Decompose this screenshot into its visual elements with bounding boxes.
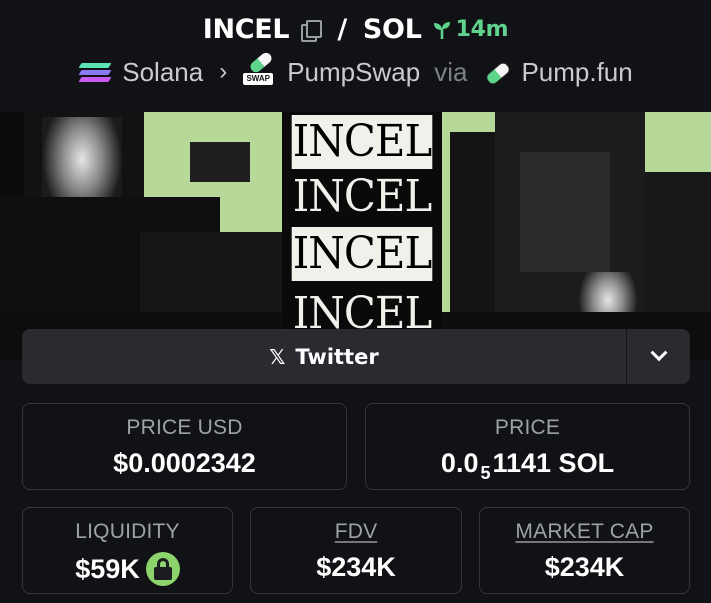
price-native-suffix: 1141 SOL [492,448,615,478]
price-usd-label: PRICE USD [126,416,243,439]
chevron-right-icon: › [219,58,228,85]
breadcrumb-launchpad[interactable]: Pump.fun [521,57,632,88]
x-icon: 𝕏 [269,344,286,369]
pill-icon [481,57,511,87]
socials-bar: 𝕏 Twitter [22,329,690,384]
price-usd-card: PRICE USD $0.0002342 [22,403,347,490]
breadcrumb-chain[interactable]: Solana [122,57,203,88]
seedling-icon [433,21,450,39]
fdv-amount: $234K [316,552,396,582]
market-cap-card: MARKET CAP $234K [479,507,690,594]
banner-word: INCEL [291,170,433,224]
market-cap-value: $234K [480,552,689,583]
price-native-prefix: 0.0 [440,448,479,478]
solana-logo-icon [78,60,112,84]
pair-header: INCEL / SOL 14m Solana › SWAP PumpSwap v… [0,0,711,112]
base-token-symbol: INCEL [202,14,290,45]
twitter-label: Twitter [295,344,379,369]
liquidity-card: LIQUIDITY $59K [22,507,233,594]
liquidity-amount: $59K [75,553,140,584]
pair-separator: / [337,14,347,45]
liquidity-label: LIQUIDITY [75,520,180,543]
fdv-value: $234K [251,552,461,583]
banner-word: INCEL [291,115,433,169]
price-usd-amount: $0.0002342 [113,448,256,478]
pumpswap-icon: SWAP [243,50,277,89]
chevron-down-icon [650,343,667,361]
liquidity-value: $59K [23,552,232,586]
market-cap-amount: $234K [544,552,625,582]
breadcrumb-dex[interactable]: PumpSwap [287,57,420,88]
copy-icon[interactable] [299,19,323,42]
quote-token-symbol: SOL [362,14,422,45]
pair-age-badge: 14m [432,17,509,42]
socials-dropdown-button[interactable] [626,329,690,384]
price-native-zero-count: 5 [480,463,491,483]
fdv-card: FDV $234K [250,507,462,594]
price-usd-value: $0.0002342 [23,448,346,479]
market-cap-label[interactable]: MARKET CAP [480,520,689,544]
banner-word: INCEL [291,227,433,281]
incel-text-stack: INCEL INCEL INCEL INCEL [282,112,442,360]
pair-age-text: 14m [455,17,509,42]
breadcrumb: Solana › SWAP PumpSwap via Pump.fun [0,50,711,89]
price-native-label: PRICE [494,416,561,439]
price-native-card: PRICE 0.0 5 1141 SOL [365,403,690,490]
fdv-label[interactable]: FDV [251,520,461,544]
lock-icon[interactable] [145,552,180,586]
twitter-button[interactable]: 𝕏 Twitter [22,329,626,384]
pair-title: INCEL / SOL 14m [0,14,711,45]
breadcrumb-via: via [434,56,468,87]
token-banner-image: INCEL INCEL INCEL INCEL [0,112,711,360]
price-native-value: 0.0 5 1141 SOL [366,448,689,483]
